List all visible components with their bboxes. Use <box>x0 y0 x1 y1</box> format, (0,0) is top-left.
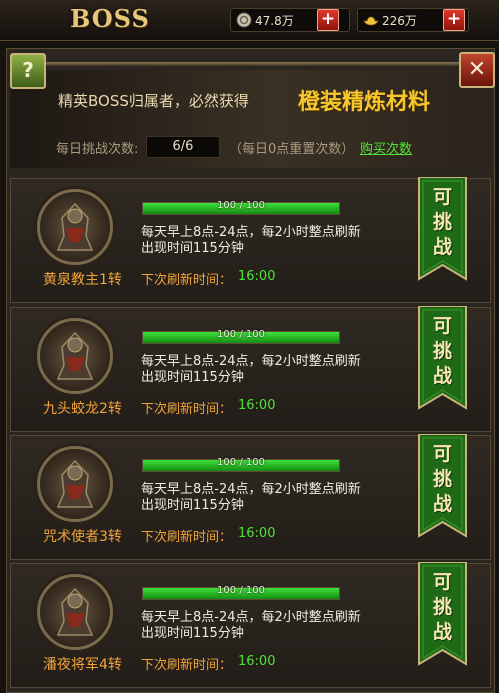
schedule-line-1: 每天早上8点-24点，每2小时整点刷新 <box>141 354 361 369</box>
boss-portrait-image <box>56 202 94 251</box>
boss-row-1: 黄泉教主1转 100 / 100 每天早上8点-24点，每2小时整点刷新 出现时… <box>10 177 491 303</box>
next-refresh-label: 下次刷新时间： <box>141 273 233 288</box>
panel-rail <box>10 62 489 66</box>
page-title: BOSS <box>70 4 150 33</box>
next-refresh-label: 下次刷新时间： <box>141 658 233 673</box>
boss-portrait-image <box>56 331 94 380</box>
next-refresh-label: 下次刷新时间： <box>141 402 233 417</box>
status-char: 战 <box>432 236 452 258</box>
add-gold-button[interactable]: + <box>443 9 465 31</box>
gold-value: 226万 <box>382 14 417 28</box>
help-button[interactable]: ? <box>10 53 46 89</box>
schedule-line-1: 每天早上8点-24点，每2小时整点刷新 <box>141 482 361 497</box>
hp-text: 100 / 100 <box>217 200 265 211</box>
boss-row-4: 潘夜将军4转 100 / 100 每天早上8点-24点，每2小时整点刷新 出现时… <box>10 562 491 688</box>
next-refresh-time: 16:00 <box>238 654 276 669</box>
hp-text: 100 / 100 <box>217 585 265 596</box>
hp-text: 100 / 100 <box>217 329 265 340</box>
status-char: 可 <box>432 186 452 208</box>
challenge-status[interactable]: 可 挑 战 <box>417 185 468 260</box>
boss-portrait-image <box>56 587 94 636</box>
schedule-line-2: 出现时间115分钟 <box>141 241 244 256</box>
boss-portrait-image <box>56 459 94 508</box>
challenge-reset-note: （每日0点重置次数） <box>229 142 355 157</box>
boss-name: 九头蛟龙2转 <box>43 401 122 417</box>
question-icon: ? <box>22 58 34 82</box>
status-char: 战 <box>432 621 452 643</box>
status-char: 可 <box>432 315 452 337</box>
challenge-label: 每日挑战次数: <box>56 142 139 157</box>
ingot-icon <box>363 16 379 26</box>
boss-portrait[interactable] <box>37 189 113 265</box>
status-char: 挑 <box>432 211 452 233</box>
schedule-line-2: 出现时间115分钟 <box>141 498 244 513</box>
next-refresh-time: 16:00 <box>238 398 276 413</box>
boss-portrait[interactable] <box>37 318 113 394</box>
buy-attempts-link[interactable]: 购买次数 <box>360 138 412 157</box>
schedule-line-1: 每天早上8点-24点，每2小时整点刷新 <box>141 610 361 625</box>
boss-schedule: 每天早上8点-24点，每2小时整点刷新 出现时间115分钟 <box>141 354 411 386</box>
boss-portrait[interactable] <box>37 574 113 650</box>
status-char: 战 <box>432 493 452 515</box>
schedule-line-2: 出现时间115分钟 <box>141 626 244 641</box>
boss-schedule: 每天早上8点-24点，每2小时整点刷新 出现时间115分钟 <box>141 610 411 642</box>
status-char: 可 <box>432 443 452 465</box>
challenge-status[interactable]: 可 挑 战 <box>417 314 468 389</box>
status-char: 可 <box>432 571 452 593</box>
boss-row-2: 九头蛟龙2转 100 / 100 每天早上8点-24点，每2小时整点刷新 出现时… <box>10 306 491 432</box>
banner-text: 精英BOSS归属者，必然获得 <box>58 92 249 110</box>
boss-portrait[interactable] <box>37 446 113 522</box>
challenge-status[interactable]: 可 挑 战 <box>417 570 468 645</box>
boss-schedule: 每天早上8点-24点，每2小时整点刷新 出现时间115分钟 <box>141 225 411 257</box>
schedule-line-2: 出现时间115分钟 <box>141 370 244 385</box>
status-char: 挑 <box>432 468 452 490</box>
boss-name: 咒术使者3转 <box>43 529 122 545</box>
schedule-line-1: 每天早上8点-24点，每2小时整点刷新 <box>141 225 361 240</box>
coin-icon <box>236 12 252 28</box>
silver-value: 47.8万 <box>255 14 294 28</box>
close-icon: ✕ <box>467 57 487 82</box>
boss-name: 黄泉教主1转 <box>43 272 122 288</box>
next-refresh-time: 16:00 <box>238 526 276 541</box>
status-char: 战 <box>432 365 452 387</box>
challenge-count: 6/6 <box>146 136 220 158</box>
add-silver-button[interactable]: + <box>317 9 339 31</box>
boss-schedule: 每天早上8点-24点，每2小时整点刷新 出现时间115分钟 <box>141 482 411 514</box>
close-button[interactable]: ✕ <box>459 52 495 88</box>
banner-highlight: 橙装精炼材料 <box>298 90 431 115</box>
boss-name: 潘夜将军4转 <box>43 657 122 673</box>
next-refresh-label: 下次刷新时间： <box>141 530 233 545</box>
hp-text: 100 / 100 <box>217 457 265 468</box>
status-char: 挑 <box>432 596 452 618</box>
challenge-status[interactable]: 可 挑 战 <box>417 442 468 517</box>
boss-row-3: 咒术使者3转 100 / 100 每天早上8点-24点，每2小时整点刷新 出现时… <box>10 434 491 560</box>
next-refresh-time: 16:00 <box>238 269 276 284</box>
status-char: 挑 <box>432 340 452 362</box>
